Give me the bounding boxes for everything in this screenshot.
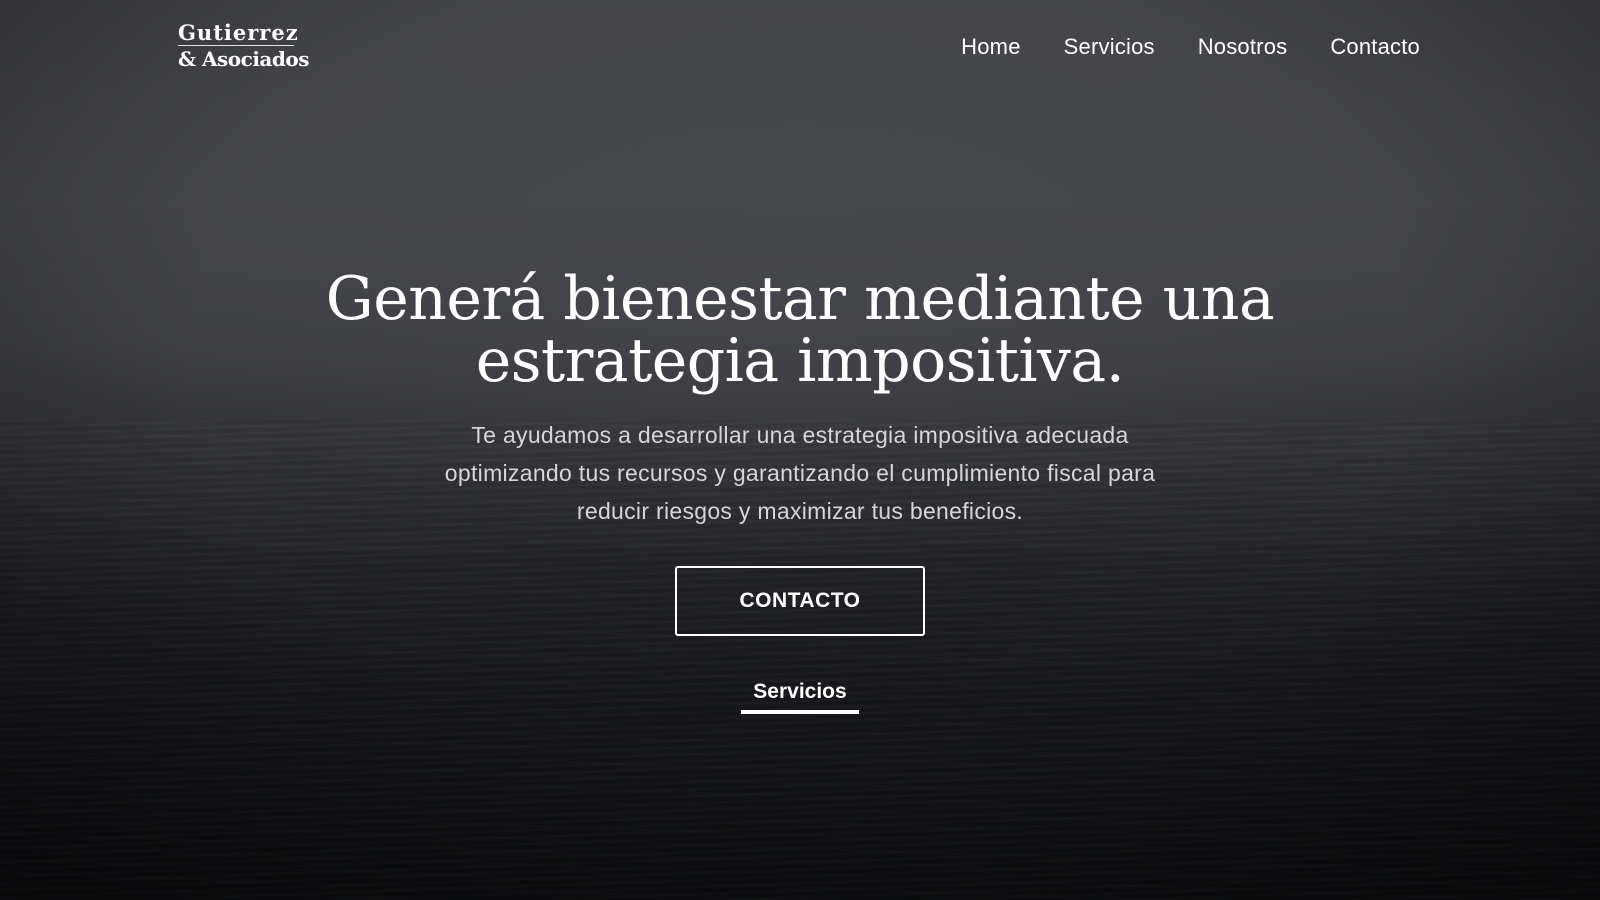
hero-subtitle: Te ayudamos a desarrollar una estrategia… — [380, 416, 1220, 530]
brand-logo[interactable]: Gutierrez & Asociados — [178, 22, 309, 69]
hero-headline-line2: estrategia impositiva. — [475, 326, 1125, 396]
brand-logo-line1: Gutierrez — [178, 20, 299, 46]
hero-headline-line1: Generá bienestar mediante una — [325, 264, 1275, 334]
nav-item-home[interactable]: Home — [961, 34, 1021, 60]
hero-subtitle-line1: Te ayudamos a desarrollar una estrategia… — [471, 422, 1129, 448]
main-nav: Home Servicios Nosotros Contacto — [961, 34, 1420, 60]
nav-item-nosotros[interactable]: Nosotros — [1198, 34, 1288, 60]
hero-subtitle-line2: optimizando tus recursos y garantizando … — [444, 460, 1156, 486]
hero-headline: Generá bienestar mediante una estrategia… — [300, 268, 1300, 392]
brand-logo-line2: & Asociados — [178, 47, 309, 71]
hero-subtitle-line3: reducir riesgos y maximizar tus benefici… — [576, 498, 1024, 524]
nav-item-contacto[interactable]: Contacto — [1330, 34, 1420, 60]
servicios-link[interactable]: Servicios — [741, 680, 859, 714]
nav-item-servicios[interactable]: Servicios — [1064, 34, 1155, 60]
hero-content: Generá bienestar mediante una estrategia… — [0, 268, 1600, 714]
contacto-button[interactable]: CONTACTO — [675, 566, 925, 636]
hero-section: Gutierrez & Asociados Home Servicios Nos… — [0, 0, 1600, 900]
